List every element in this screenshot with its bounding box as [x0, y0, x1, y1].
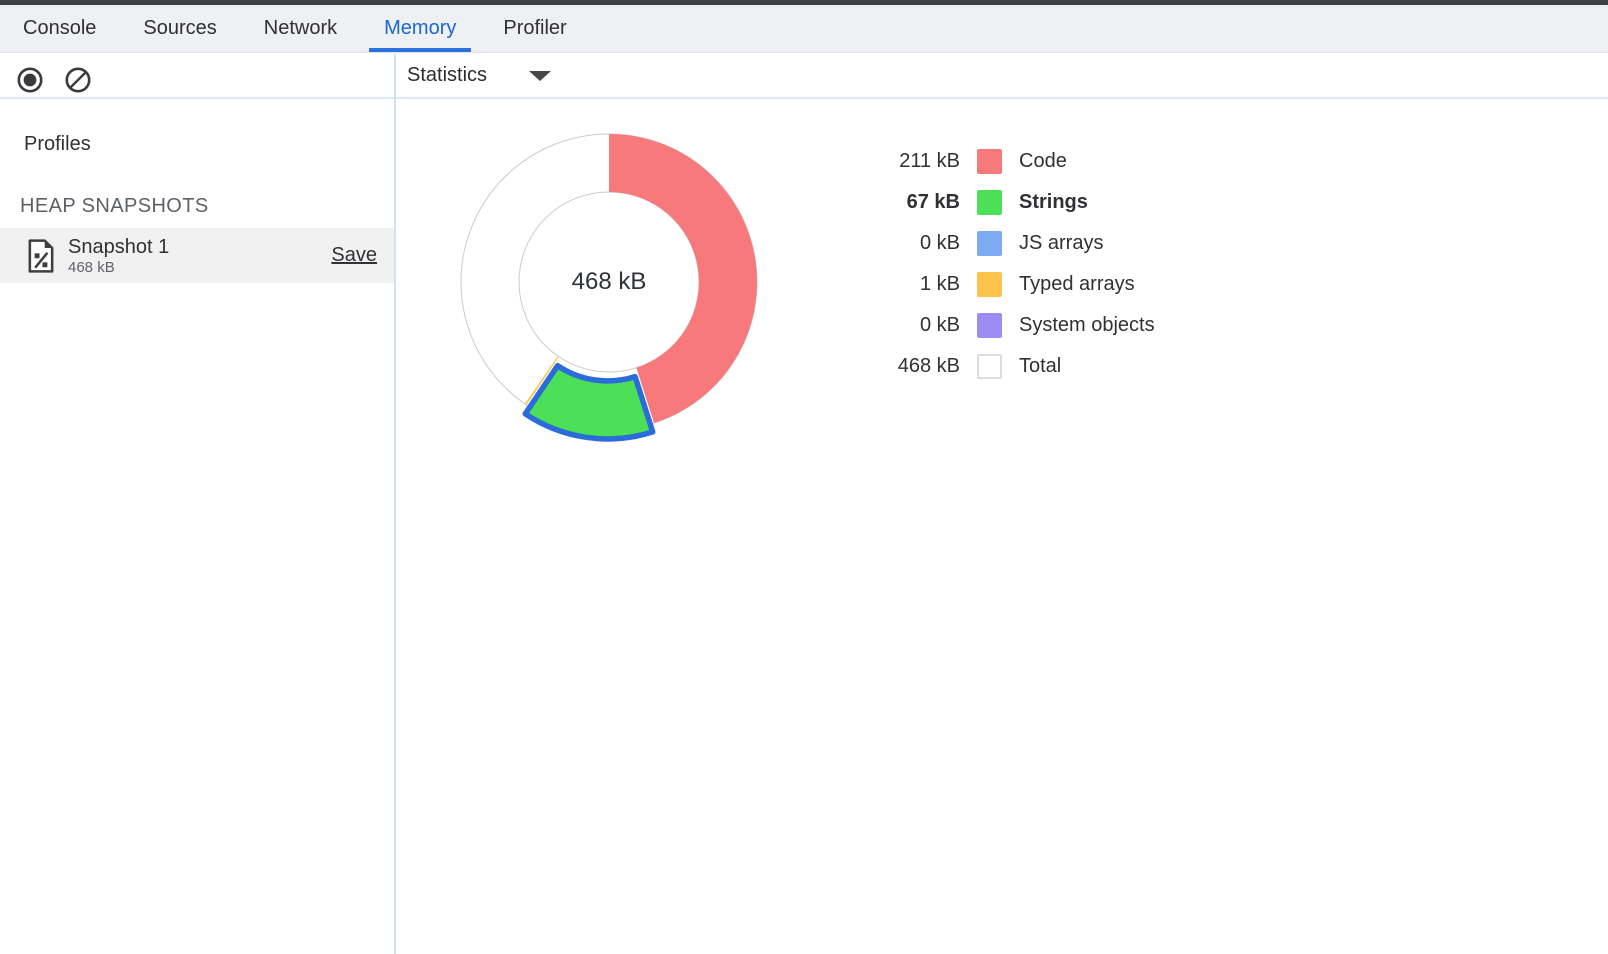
record-icon	[16, 66, 44, 94]
devtools-tab-bar: Console Sources Network Memory Profiler	[0, 5, 1608, 53]
statistics-panel: 468 kB 211 kB Code 67 kB Strings 0 kB JS…	[396, 99, 1608, 954]
triangle-down-icon	[529, 71, 551, 81]
heap-document-icon	[27, 239, 55, 273]
heap-snapshots-section-title: HEAP SNAPSHOTS	[20, 195, 209, 218]
tab-memory[interactable]: Memory	[369, 5, 471, 52]
snapshot-size: 468 kB	[68, 259, 169, 276]
legend-label: Code	[1019, 150, 1067, 173]
record-heap-snapshot-button[interactable]	[16, 66, 44, 94]
legend-row-total[interactable]: 468 kB Total	[840, 346, 1155, 387]
legend-label: JS arrays	[1019, 232, 1103, 255]
tab-label: Sources	[143, 17, 216, 40]
legend-row-system-objects[interactable]: 0 kB System objects	[840, 305, 1155, 346]
legend-swatch-code	[977, 149, 1002, 174]
legend-value: 211 kB	[840, 150, 960, 173]
legend-swatch-total	[977, 354, 1002, 379]
legend-swatch-typed-arrays	[977, 272, 1002, 297]
profiles-heading: Profiles	[24, 133, 91, 156]
legend-row-strings[interactable]: 67 kB Strings	[840, 182, 1155, 223]
memory-toolbar: Statistics	[0, 54, 1608, 97]
profiles-sidebar: Profiles HEAP SNAPSHOTS Snapshot 1 468 k…	[0, 99, 394, 954]
donut-ring-outline	[519, 192, 699, 372]
legend-row-typed-arrays[interactable]: 1 kB Typed arrays	[840, 264, 1155, 305]
clear-profiles-button[interactable]	[64, 66, 92, 94]
legend-label: Typed arrays	[1019, 273, 1135, 296]
legend-swatch-system-objects	[977, 313, 1002, 338]
tab-console[interactable]: Console	[8, 5, 111, 52]
heap-donut-chart: 468 kB	[449, 122, 769, 442]
clear-icon	[64, 66, 92, 94]
tab-profiler[interactable]: Profiler	[488, 5, 581, 52]
legend-value: 0 kB	[840, 232, 960, 255]
legend-swatch-js-arrays	[977, 231, 1002, 256]
chart-legend: 211 kB Code 67 kB Strings 0 kB JS arrays…	[840, 141, 1155, 387]
perspective-dropdown[interactable]: Statistics	[407, 54, 551, 97]
legend-row-js-arrays[interactable]: 0 kB JS arrays	[840, 223, 1155, 264]
perspective-dropdown-label: Statistics	[407, 64, 487, 87]
tab-network[interactable]: Network	[249, 5, 352, 52]
legend-value: 67 kB	[840, 191, 960, 214]
legend-value: 1 kB	[840, 273, 960, 296]
snapshot-title: Snapshot 1	[68, 236, 169, 259]
tab-label: Console	[23, 17, 96, 40]
tab-label: Profiler	[503, 17, 566, 40]
save-snapshot-link[interactable]: Save	[331, 244, 377, 267]
legend-label: Total	[1019, 355, 1061, 378]
snapshot-text: Snapshot 1 468 kB	[68, 236, 169, 276]
snapshot-list-item[interactable]: Snapshot 1 468 kB Save	[0, 228, 394, 283]
tab-label: Memory	[384, 17, 456, 40]
legend-value: 468 kB	[840, 355, 960, 378]
legend-value: 0 kB	[840, 314, 960, 337]
tab-sources[interactable]: Sources	[128, 5, 231, 52]
legend-row-code[interactable]: 211 kB Code	[840, 141, 1155, 182]
legend-label: System objects	[1019, 314, 1155, 337]
legend-label: Strings	[1019, 191, 1088, 214]
legend-swatch-strings	[977, 190, 1002, 215]
tab-label: Network	[264, 17, 337, 40]
